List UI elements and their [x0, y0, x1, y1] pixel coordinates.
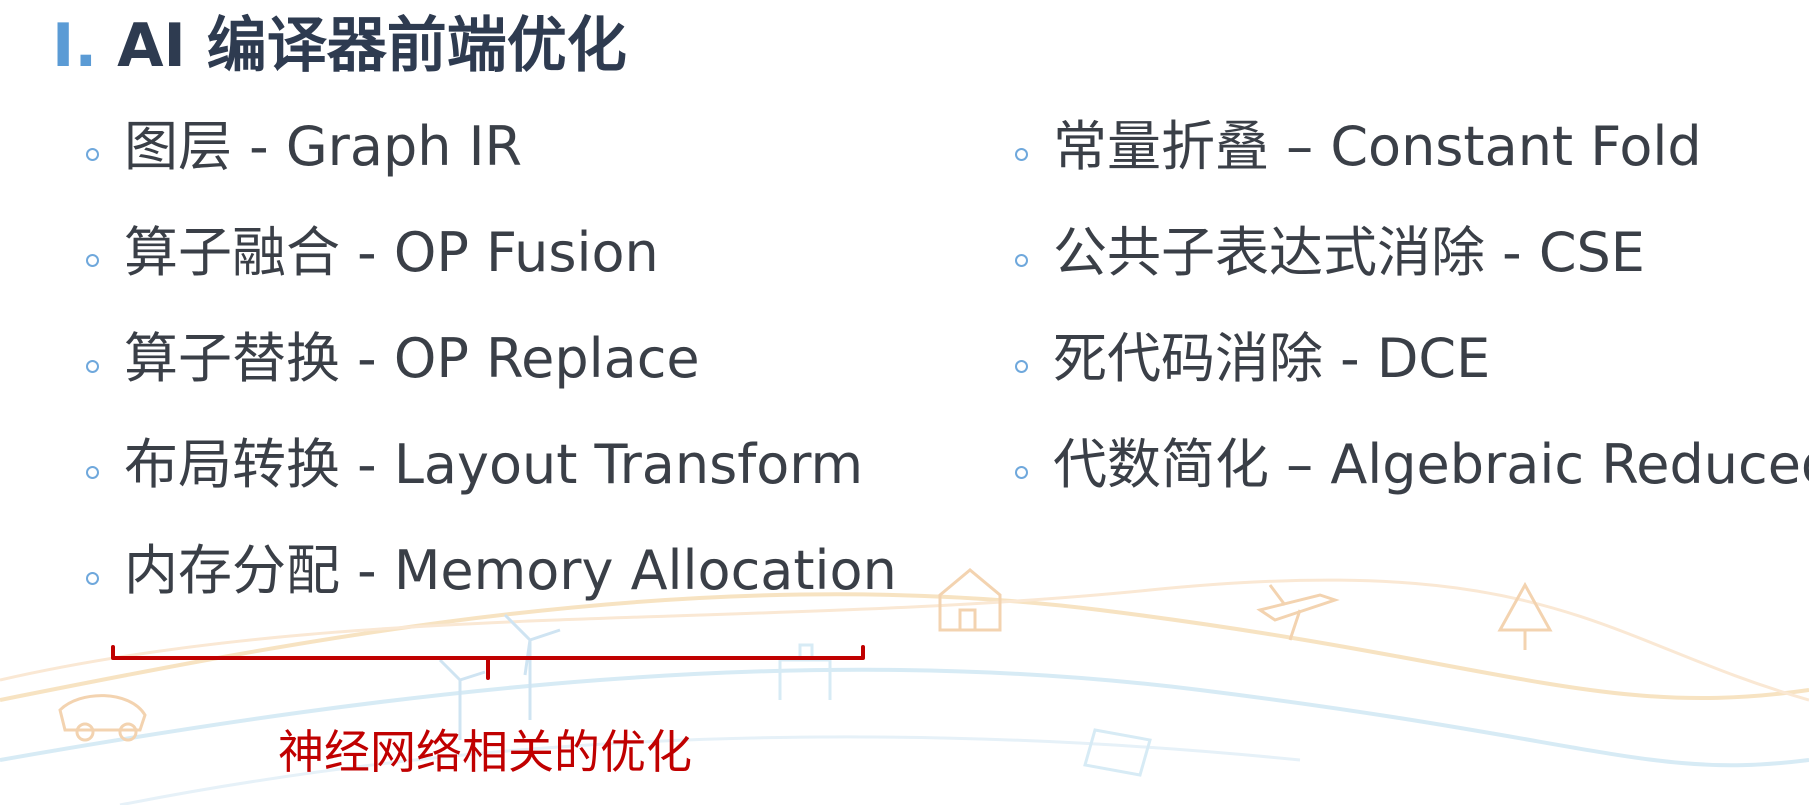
- grouping-bracket: [111, 645, 865, 680]
- list-item-text: 布局转换 - Layout Transform: [124, 433, 864, 496]
- list-item: 布局转换 - Layout Transform: [86, 430, 897, 536]
- left-list: 图层 - Graph IR 算子融合 - OP Fusion 算子替换 - OP…: [86, 112, 897, 642]
- list-item-text: 算子替换 - OP Replace: [124, 327, 700, 390]
- list-item: 代数简化 – Algebraic Reduced: [1015, 430, 1809, 536]
- train-sketch: [1083, 728, 1152, 777]
- list-item: 公共子表达式消除 - CSE: [1015, 218, 1809, 324]
- bracket-caption: 神经网络相关的优化: [278, 725, 692, 779]
- list-item: 死代码消除 - DCE: [1015, 324, 1809, 430]
- bullet-icon: [86, 148, 99, 161]
- list-item: 算子替换 - OP Replace: [86, 324, 897, 430]
- bullet-icon: [1015, 254, 1028, 267]
- airplane-sketch: [1256, 584, 1340, 641]
- list-item-text: 公共子表达式消除 - CSE: [1053, 221, 1645, 284]
- car-sketch: [58, 694, 147, 742]
- bullet-icon: [86, 466, 99, 479]
- list-item-text: 代数简化 – Algebraic Reduced: [1053, 433, 1809, 496]
- bullet-icon: [1015, 466, 1028, 479]
- bullet-icon: [86, 360, 99, 373]
- list-item: 内存分配 - Memory Allocation: [86, 536, 897, 642]
- list-item-text: 算子融合 - OP Fusion: [124, 221, 659, 284]
- list-item: 常量折叠 – Constant Fold: [1015, 112, 1809, 218]
- list-item-text: 图层 - Graph IR: [124, 115, 523, 178]
- list-item-text: 死代码消除 - DCE: [1053, 327, 1491, 390]
- list-item-text: 内存分配 - Memory Allocation: [124, 539, 897, 602]
- slide-title: I. AI 编译器前端优化: [52, 6, 627, 86]
- title-number: I.: [52, 11, 98, 81]
- bullet-icon: [1015, 360, 1028, 373]
- list-item: 算子融合 - OP Fusion: [86, 218, 897, 324]
- bullet-icon: [1015, 148, 1028, 161]
- tree-sketch: [1497, 581, 1553, 650]
- bullet-icon: [86, 254, 99, 267]
- list-item: 图层 - Graph IR: [86, 112, 897, 218]
- bullet-icon: [86, 572, 99, 585]
- right-list: 常量折叠 – Constant Fold 公共子表达式消除 - CSE 死代码消…: [1015, 112, 1809, 536]
- list-item-text: 常量折叠 – Constant Fold: [1053, 115, 1702, 178]
- title-text: AI 编译器前端优化: [117, 11, 627, 81]
